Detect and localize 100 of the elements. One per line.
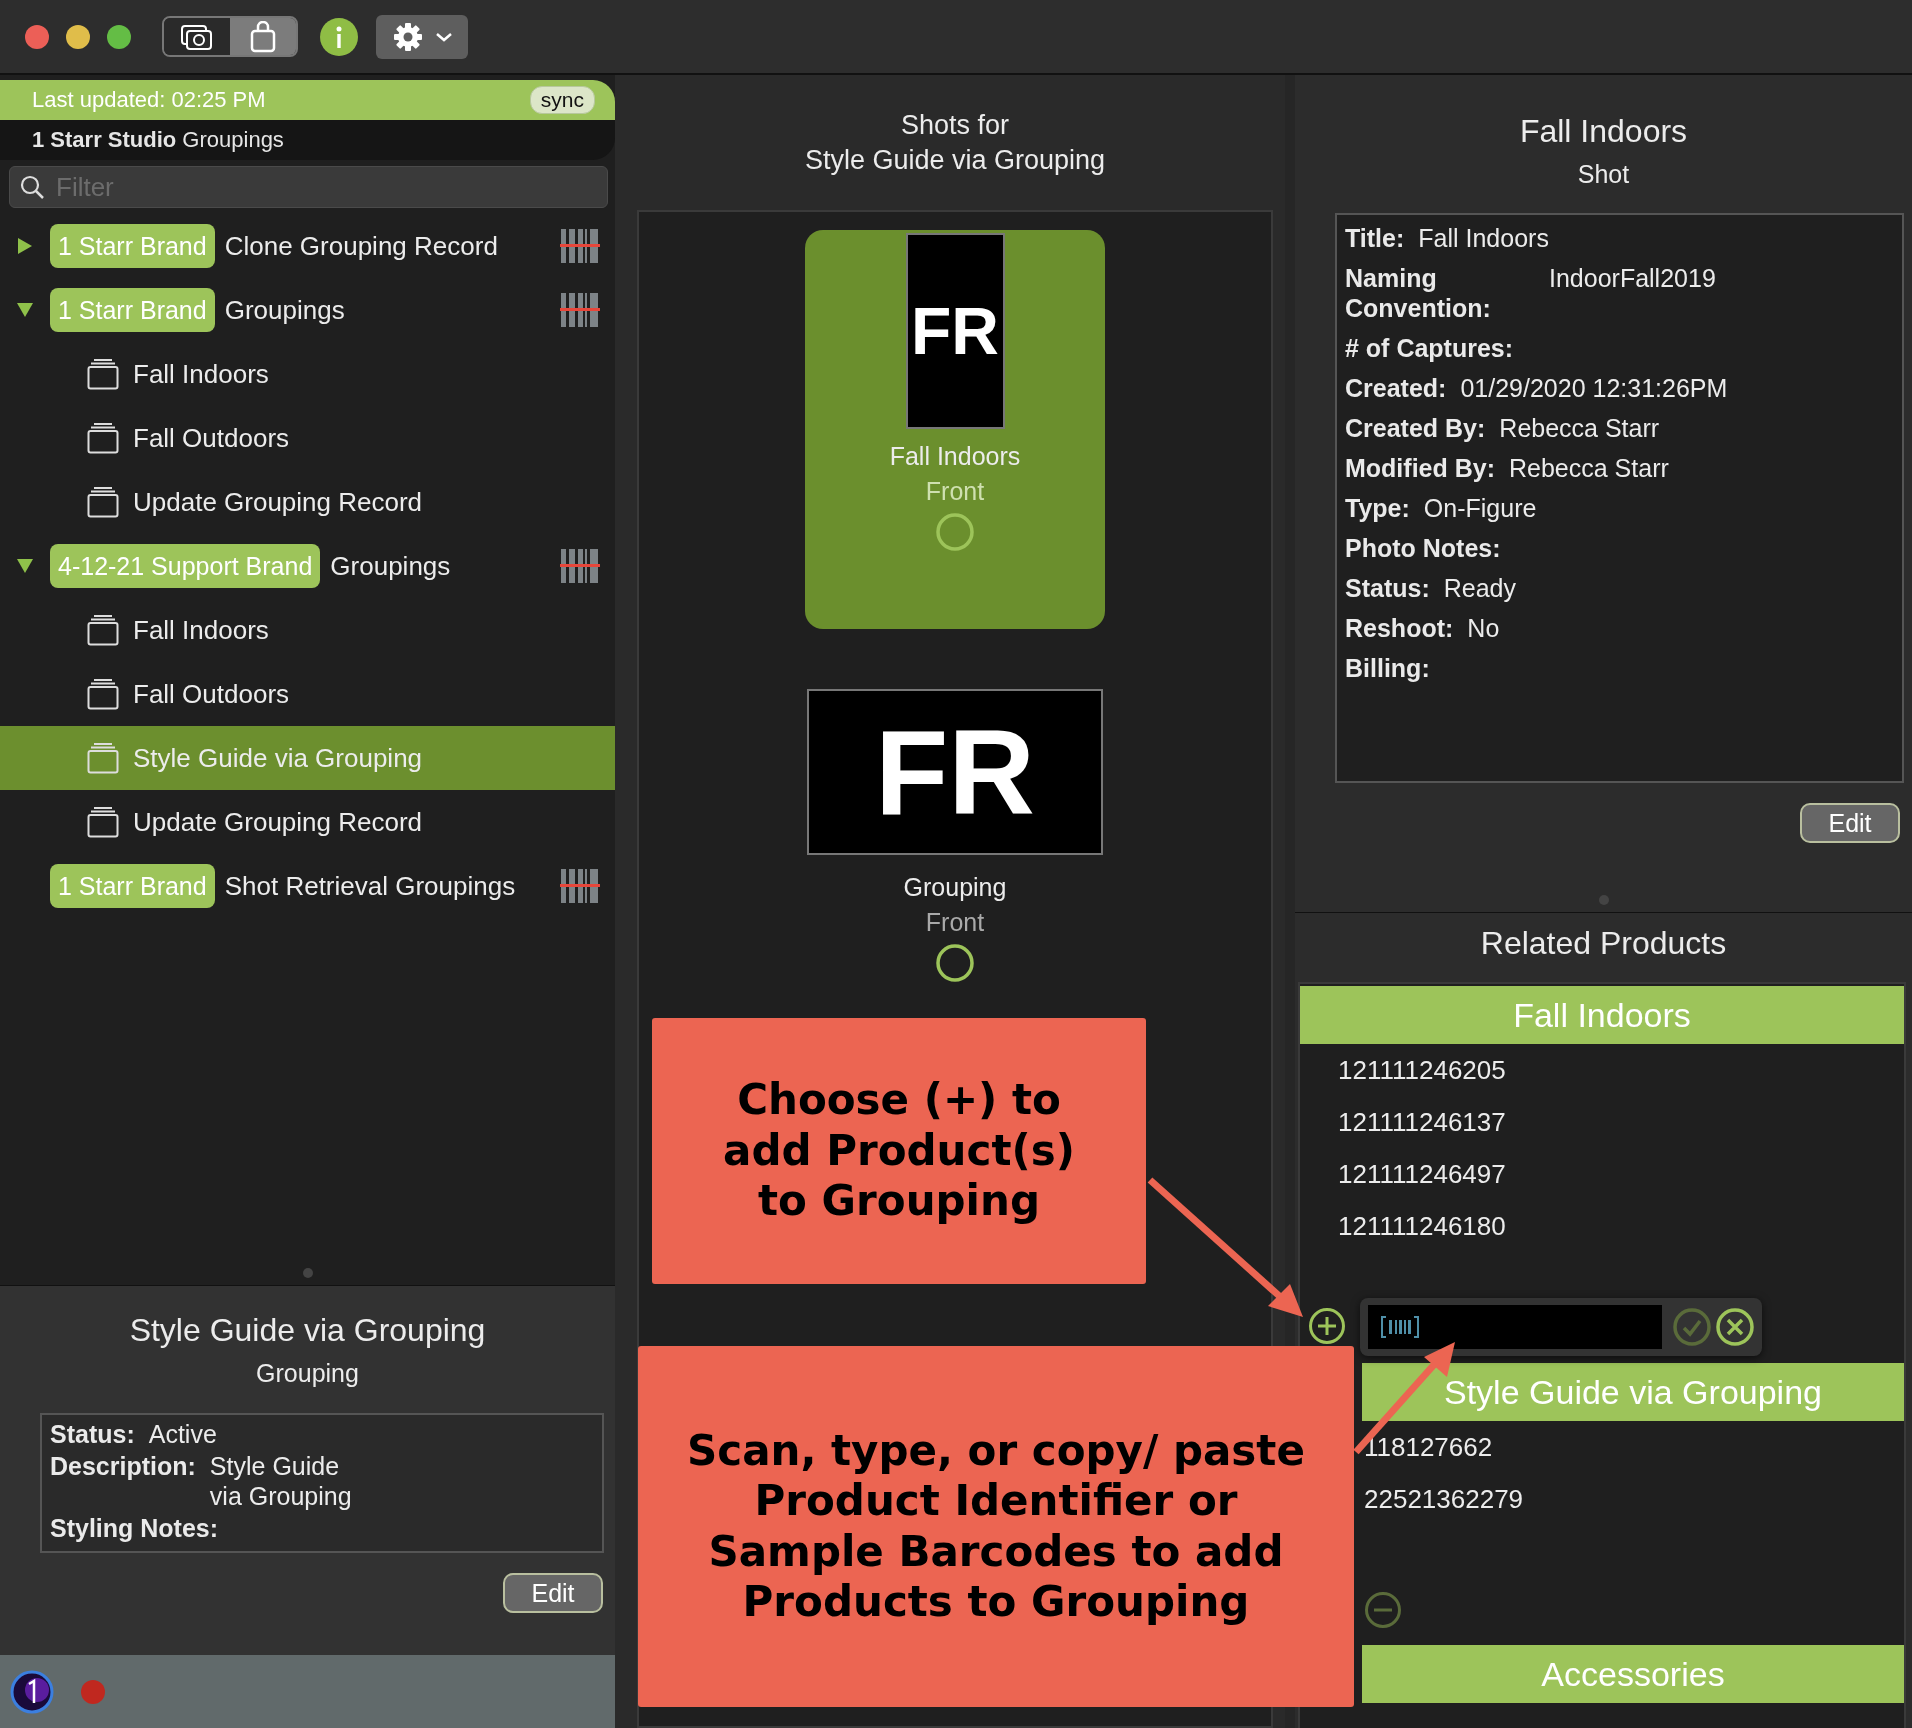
tray-icon (87, 358, 119, 390)
field-label: Type: (1345, 493, 1410, 523)
record-dot-icon (80, 1678, 106, 1705)
field-label: # of Captures: (1345, 333, 1514, 363)
studio-title: 1 Starr Studio Groupings (32, 127, 284, 153)
grouping-label: Clone Grouping Record (224, 230, 498, 262)
field-label: Reshoot: (1345, 613, 1454, 643)
chevron-down-icon (434, 30, 453, 43)
shot-view: Front (925, 477, 985, 506)
barcode-icon[interactable] (560, 869, 600, 903)
cancel-icon[interactable] (1714, 1307, 1754, 1347)
edit-button[interactable]: Edit (1800, 803, 1900, 843)
grouping-label: Groupings (224, 294, 345, 326)
tree-row[interactable]: Fall Outdoors (0, 662, 615, 726)
remove-icon[interactable] (1364, 1591, 1402, 1629)
barcode-scan-icon (1380, 1315, 1420, 1339)
brand-tag: 1 Starr Brand (50, 864, 215, 908)
tree-row[interactable]: 1 Starr Brand Groupings (0, 278, 615, 342)
field-value: IndoorFall2019 (1549, 263, 1716, 293)
grouping-subtitle: Grouping (256, 1359, 359, 1388)
field-value: Active (148, 1419, 217, 1449)
grouping-label: Update Grouping Record (133, 486, 423, 518)
shot-card[interactable]: FR Fall Indoors Front (805, 230, 1105, 629)
shots-heading: Style Guide via Grouping (804, 143, 1106, 177)
field-label: Description: (50, 1451, 196, 1481)
barcode-input-field[interactable] (1368, 1305, 1662, 1349)
tree-row[interactable]: Update Grouping Record (0, 470, 615, 534)
tray-icon (87, 678, 119, 710)
field-label: Status: (1345, 573, 1430, 603)
tree-row[interactable]: Fall Outdoors (0, 406, 615, 470)
shot-view: Front (925, 908, 985, 937)
product-id[interactable]: 121111246180 (1338, 1211, 1506, 1241)
field-label: Created: (1345, 373, 1447, 403)
shot-name: Grouping (903, 873, 1007, 902)
grouping-label: Groupings (330, 550, 451, 582)
tray-icon (87, 422, 119, 454)
collapse-triangle-icon[interactable] (16, 558, 34, 574)
add-icon[interactable] (1308, 1307, 1346, 1345)
tree-row[interactable]: 4-12-21 Support Brand Groupings (0, 534, 615, 598)
field-label: Status: (50, 1419, 135, 1449)
brand-tag: 4-12-21 Support Brand (50, 544, 321, 588)
last-updated-text: Last updated: 02:25 PM (32, 87, 266, 113)
related-products-heading: Related Products (1480, 925, 1727, 962)
tree-row[interactable]: Fall Indoors (0, 598, 615, 662)
search-icon (19, 174, 45, 200)
shot-name: Fall Indoors (889, 442, 1021, 471)
grouping-title: Style Guide via Grouping (129, 1312, 486, 1349)
brand-tag: 1 Starr Brand (50, 224, 215, 268)
tree-row[interactable]: 1 Starr Brand Shot Retrieval Groupings (0, 854, 615, 918)
grouping-label: Fall Outdoors (133, 422, 290, 454)
app-badge-icon[interactable] (10, 1669, 54, 1714)
tree-row[interactable]: Update Grouping Record (0, 790, 615, 854)
barcode-icon[interactable] (560, 229, 600, 263)
product-id[interactable]: 121111246497 (1338, 1159, 1506, 1189)
bag-icon (248, 20, 278, 53)
settings-menu-button[interactable] (376, 14, 468, 59)
tree-row[interactable]: 1 Starr Brand Clone Grouping Record (0, 214, 615, 278)
field-label: Billing: (1345, 653, 1430, 683)
barcode-icon[interactable] (560, 549, 600, 583)
tree-row[interactable]: Fall Indoors (0, 342, 615, 406)
grouping-label: Shot Retrieval Groupings (224, 870, 516, 902)
product-id[interactable]: 118127662 (1364, 1432, 1493, 1462)
barcode-icon[interactable] (560, 293, 600, 327)
close-window-icon[interactable] (25, 24, 49, 49)
shot-card[interactable]: FR Grouping Front (807, 689, 1103, 983)
instruction-callout: Choose (+) to add Product(s) to Grouping (652, 1018, 1146, 1284)
tray-icon (87, 806, 119, 838)
tray-icon (87, 614, 119, 646)
splitter-handle[interactable] (1598, 895, 1609, 905)
field-label: Naming Convention: (1345, 263, 1492, 323)
splitter-handle[interactable] (302, 1268, 313, 1278)
radio-circle-icon[interactable] (935, 512, 975, 552)
field-label: Created By: (1345, 413, 1486, 443)
radio-circle-icon[interactable] (935, 943, 975, 983)
instruction-callout: Scan, type, or copy/ paste Product Identifier or Sample Barcodes to add Products to Grouping (638, 1346, 1354, 1707)
product-id[interactable]: 121111246137 (1338, 1107, 1506, 1137)
tray-icon (87, 486, 119, 518)
grouping-label: Style Guide via Grouping (133, 742, 423, 774)
field-value: No (1467, 613, 1500, 643)
edit-button[interactable]: Edit (503, 1573, 603, 1613)
field-value: 01/29/2020 12:31:26PM (1460, 373, 1728, 403)
shot-title: Fall Indoors (1519, 113, 1688, 150)
collapse-triangle-icon[interactable] (16, 302, 34, 318)
sync-button[interactable]: sync (529, 86, 595, 114)
field-label: Title: (1345, 223, 1405, 253)
grouping-label: Fall Indoors (133, 614, 269, 646)
minimize-window-icon[interactable] (66, 24, 90, 49)
field-value: Fall Indoors (1418, 223, 1549, 253)
expand-triangle-icon[interactable] (17, 237, 33, 255)
product-id[interactable]: 121111246205 (1338, 1055, 1506, 1085)
info-button-icon[interactable] (320, 17, 358, 56)
shot-subtitle: Shot (1577, 160, 1630, 189)
product-id[interactable]: 22521362279 (1364, 1484, 1524, 1514)
field-value: Style Guide via Grouping (209, 1451, 353, 1511)
shots-heading: Shots for (900, 108, 1010, 142)
field-value: Rebecca Starr (1499, 413, 1660, 443)
shot-thumbnail: FR (905, 233, 1005, 429)
bag-segment[interactable] (230, 18, 296, 55)
shot-thumbnail: FR (807, 689, 1103, 855)
zoom-window-icon[interactable] (107, 24, 131, 49)
